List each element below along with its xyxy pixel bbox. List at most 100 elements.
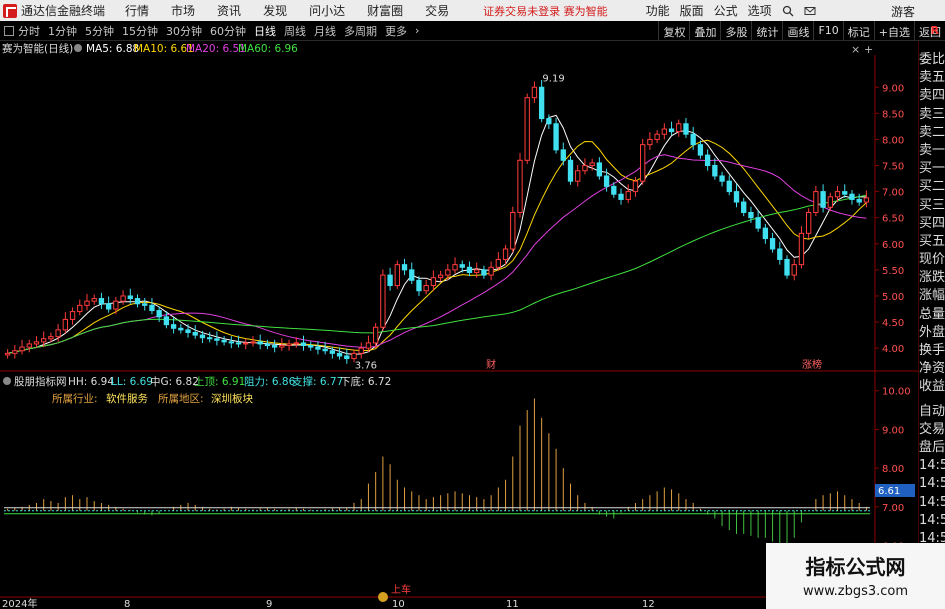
indicator-axis: 6.007.008.009.0010.00	[875, 387, 911, 553]
side-after-hours[interactable]: 盘后	[919, 439, 945, 457]
mark-button[interactable]: 标记	[842, 21, 874, 41]
event-label-finance[interactable]: 财	[486, 358, 496, 371]
chevron-right-icon[interactable]: ›	[414, 24, 420, 37]
mail-icon[interactable]	[804, 5, 816, 17]
tab-period-monthly[interactable]: 月线	[313, 23, 337, 39]
side-outer[interactable]: 外盘	[919, 324, 945, 342]
side-trade[interactable]: 交易	[919, 421, 945, 439]
tab-period-30min[interactable]: 30分钟	[165, 23, 203, 39]
settings-dot-icon[interactable]	[74, 44, 82, 52]
candle-body	[510, 211, 516, 250]
login-notice[interactable]: 证券交易未登录 赛为智能	[483, 3, 608, 19]
tab-period-5min[interactable]: 5分钟	[84, 23, 115, 39]
tab-period-more[interactable]: 更多	[384, 23, 408, 39]
tab-period-multi[interactable]: 多周期	[343, 23, 378, 39]
candle-body	[546, 118, 552, 125]
menu-item-quotes[interactable]: 行情	[125, 2, 149, 19]
overlay-button[interactable]: 叠加	[689, 21, 720, 41]
candle-body	[676, 123, 682, 133]
high-low-labels: 9.19 3.76	[355, 73, 565, 371]
price-tick-label: 9.00	[882, 83, 904, 94]
indicator-settings-icon[interactable]	[3, 377, 11, 385]
candle-body	[726, 180, 732, 193]
candle-body	[863, 197, 870, 203]
close-icon[interactable]: ×	[851, 43, 860, 56]
adjust-button[interactable]: 复权	[658, 21, 689, 41]
side-turnover[interactable]: 换手	[919, 342, 945, 360]
side-sell4[interactable]: 卖四	[919, 87, 945, 105]
side-buy2[interactable]: 买二	[919, 178, 945, 196]
candle-body	[502, 248, 509, 260]
tab-period-intraday[interactable]: 分时	[17, 23, 41, 39]
tab-period-weekly[interactable]: 周线	[283, 23, 307, 39]
menu-item-news[interactable]: 资讯	[217, 2, 241, 19]
menu-item-ask[interactable]: 问小达	[309, 2, 345, 19]
back-button[interactable]: 返回	[914, 21, 945, 41]
tab-period-60min[interactable]: 60分钟	[209, 23, 247, 39]
candle-body	[603, 175, 610, 187]
indicator-hh: HH: 6.94	[68, 376, 114, 388]
side-net-assets[interactable]: 净资	[919, 360, 945, 378]
side-price[interactable]: 现价	[919, 251, 945, 269]
side-buy5[interactable]: 买五	[919, 233, 945, 251]
tab-period-1min[interactable]: 1分钟	[47, 23, 78, 39]
candle-body	[221, 339, 227, 343]
side-sell1[interactable]: 卖一	[919, 142, 945, 160]
ma20-label: MA20: 6.51	[186, 43, 246, 55]
menu-item-wealth-circle[interactable]: 财富圈	[367, 2, 403, 19]
guest-label[interactable]: 游客	[891, 3, 915, 20]
menu-item-market[interactable]: 市场	[171, 2, 195, 19]
add-watchlist-button[interactable]: +自选	[873, 21, 914, 41]
price-tick-label: 6.00	[882, 240, 904, 251]
search-icon[interactable]	[782, 5, 794, 17]
tab-period-daily[interactable]: 日线	[253, 23, 277, 39]
side-change[interactable]: 涨跌	[919, 269, 945, 287]
candle-body	[163, 316, 170, 326]
candle-body	[315, 346, 321, 350]
f10-button[interactable]: F10	[813, 21, 842, 41]
side-income[interactable]: 收益	[919, 378, 945, 396]
candle-body	[192, 331, 198, 336]
menu-item-discover[interactable]: 发现	[263, 2, 287, 19]
side-buy4[interactable]: 买四	[919, 215, 945, 233]
menu-item-function[interactable]: 功能	[646, 2, 670, 19]
statistics-button[interactable]: 统计	[751, 21, 782, 41]
candle-body	[452, 264, 458, 271]
menu-item-trade[interactable]: 交易	[425, 2, 449, 19]
layout-toggle-icon[interactable]	[4, 25, 14, 36]
indicator-top: 上顶: 6.91	[194, 376, 245, 388]
draw-line-button[interactable]: 画线	[782, 21, 813, 41]
app-title: 通达信金融终端	[21, 4, 106, 18]
candle-body	[524, 97, 530, 161]
menu-item-layout[interactable]: 版面	[680, 2, 704, 19]
candle-body	[91, 298, 97, 302]
candle-body	[668, 128, 675, 133]
candle-body	[625, 191, 631, 200]
quote-side-panel: 委比 卖五 卖四 卖三 卖二 卖一 买一 买二 买三 买四 买五 现价 涨跌 涨…	[918, 41, 945, 609]
side-commission-ratio[interactable]: 委比	[919, 51, 945, 69]
side-buy3[interactable]: 买三	[919, 197, 945, 215]
ma-line-ma10	[7, 139, 867, 354]
menu-item-formula[interactable]: 公式	[714, 2, 738, 19]
side-volume[interactable]: 总量	[919, 306, 945, 324]
tab-period-15min[interactable]: 15分钟	[121, 23, 159, 39]
candle-body	[445, 269, 451, 276]
side-time-1: 14:56	[919, 458, 945, 474]
event-label-top-gainers[interactable]: 涨榜	[802, 358, 822, 371]
multi-stock-button[interactable]: 多股	[720, 21, 751, 41]
price-tick-label: 4.50	[882, 318, 904, 329]
side-sell2[interactable]: 卖二	[919, 124, 945, 142]
candle-body	[77, 304, 83, 313]
side-sell5[interactable]: 卖五	[919, 69, 945, 87]
expand-icon[interactable]: +	[864, 43, 873, 56]
ma10-label: MA10: 6.61	[134, 43, 194, 55]
side-buy1[interactable]: 买一	[919, 160, 945, 178]
candle-body	[733, 191, 740, 203]
candle-body	[741, 201, 747, 213]
side-auto[interactable]: 自动	[919, 403, 945, 421]
side-sell3[interactable]: 卖三	[919, 106, 945, 124]
menu-item-options[interactable]: 选项	[748, 2, 772, 19]
stock-chart[interactable]: 赛为智能(日线) MA5: 6.88 MA10: 6.61 MA20: 6.51…	[0, 41, 918, 609]
side-change-pct[interactable]: 涨幅	[919, 287, 945, 305]
candle-body	[661, 128, 667, 135]
